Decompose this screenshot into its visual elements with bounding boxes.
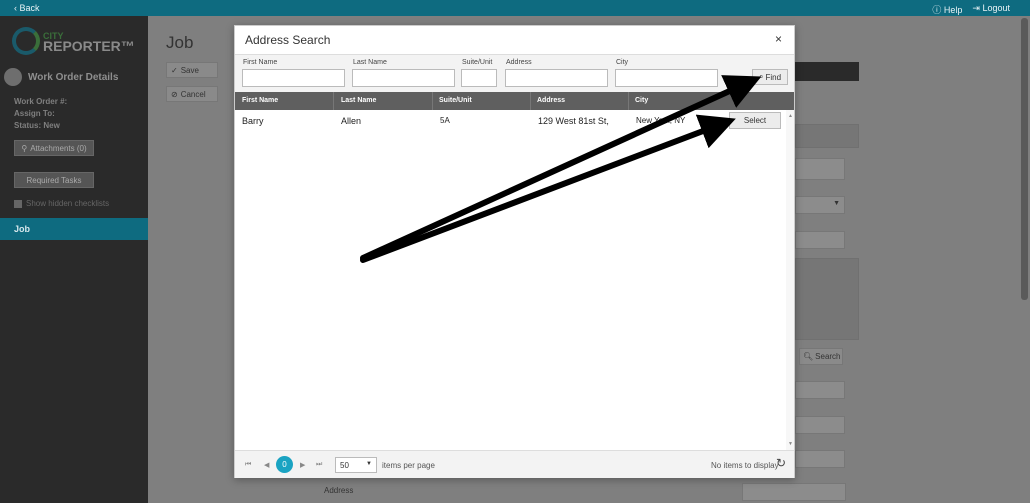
- results-scrollbar[interactable]: ▲ ▼: [786, 110, 794, 450]
- column-header-city[interactable]: City: [635, 97, 648, 104]
- select-button[interactable]: Select: [729, 112, 781, 129]
- background-address-label: Address: [324, 486, 354, 495]
- background-panel: [795, 258, 859, 340]
- column-divider: [333, 92, 334, 110]
- current-page[interactable]: 0: [276, 456, 293, 473]
- table-row[interactable]: Barry Allen 5A 129 West 81st St, New Yor…: [235, 110, 786, 132]
- cell-city: New York, NY: [636, 116, 686, 125]
- cancel-button[interactable]: ⊘ Cancel: [166, 86, 218, 102]
- show-hidden-label: Show hidden checklists: [26, 199, 110, 208]
- first-page-icon[interactable]: ⏮: [245, 461, 251, 469]
- top-bar: ‹ Back ⓘ Help ⇥ Logout: [0, 0, 1030, 16]
- find-label: Find: [765, 72, 782, 82]
- cancel-label: Cancel: [180, 89, 206, 99]
- show-hidden-checkbox[interactable]: Show hidden checklists: [14, 199, 109, 208]
- save-button[interactable]: ✓ Save: [166, 62, 218, 78]
- pager-status: No items to display: [711, 461, 779, 470]
- column-divider: [628, 92, 629, 110]
- first-name-input[interactable]: [242, 69, 345, 87]
- paperclip-icon: ⚲: [21, 143, 28, 153]
- prev-page-icon[interactable]: ◀: [264, 461, 269, 469]
- column-header-first-name[interactable]: First Name: [242, 97, 278, 104]
- logo-line-2: REPORTER™: [43, 38, 135, 54]
- city-label: City: [616, 59, 629, 66]
- column-header-address[interactable]: Address: [537, 97, 565, 104]
- required-tasks-label: Required Tasks: [26, 175, 82, 185]
- cell-address: 129 West 81st St,: [538, 116, 609, 126]
- logo-mark-icon: [12, 27, 40, 55]
- background-search-label: Search: [815, 352, 841, 361]
- background-dropdown[interactable]: ▼: [795, 196, 845, 214]
- background-panel: [795, 124, 859, 148]
- cell-last-name: Allen: [341, 116, 362, 126]
- search-icon: ⌕: [758, 72, 764, 81]
- background-field[interactable]: [795, 381, 845, 399]
- scroll-up-icon[interactable]: ▲: [788, 113, 793, 119]
- attachments-button[interactable]: ⚲ Attachments (0): [14, 140, 94, 156]
- suite-unit-input[interactable]: [461, 69, 497, 87]
- check-icon: ✓: [171, 65, 178, 75]
- city-input[interactable]: [615, 69, 718, 87]
- page-title: Job: [166, 33, 194, 52]
- work-order-fields: Work Order #: Assign To: Status: New: [14, 96, 67, 132]
- filter-bar: First Name Last Name Suite/Unit Address …: [235, 54, 794, 92]
- suite-unit-label: Suite/Unit: [462, 59, 493, 66]
- dialog-title: Address Search: [245, 33, 331, 47]
- background-field[interactable]: [795, 231, 845, 249]
- scroll-down-icon[interactable]: ▼: [788, 441, 793, 447]
- column-divider: [432, 92, 433, 110]
- search-icon: 🔍︎: [803, 352, 814, 361]
- close-icon[interactable]: ×: [775, 32, 782, 46]
- page-scrollbar[interactable]: [1021, 18, 1028, 300]
- address-search-dialog: Address Search × First Name Last Name Su…: [234, 25, 795, 478]
- cell-suite: 5A: [440, 116, 450, 125]
- last-name-label: Last Name: [353, 59, 387, 66]
- sidebar: CITY REPORTER™ Work Order Details Work O…: [0, 16, 148, 503]
- last-name-input[interactable]: [352, 69, 455, 87]
- assign-to: Assign To:: [14, 109, 55, 118]
- column-divider: [530, 92, 531, 110]
- background-search-button[interactable]: 🔍︎ Search: [799, 348, 843, 365]
- results-header: First Name Last Name Suite/Unit Address …: [235, 92, 794, 110]
- address-label: Address: [506, 59, 532, 66]
- pager: ⏮ ◀ 0 ▶ ⏭ 50 ▼ items per page No items t…: [235, 450, 794, 478]
- refresh-icon[interactable]: ↻: [776, 456, 786, 470]
- cancel-icon: ⊘: [171, 89, 178, 99]
- logout-label: Logout: [982, 3, 1010, 13]
- checkbox-icon: [14, 199, 22, 208]
- items-per-page-label: items per page: [382, 461, 435, 470]
- last-page-icon[interactable]: ⏭: [316, 461, 322, 469]
- help-label: Help: [943, 5, 963, 15]
- work-order-title: Work Order Details: [4, 68, 118, 86]
- logout-link[interactable]: ⇥ Logout: [972, 3, 1010, 16]
- required-tasks-button[interactable]: Required Tasks: [14, 172, 94, 188]
- back-link[interactable]: ‹ Back: [14, 3, 40, 13]
- background-header-bar: [795, 62, 859, 81]
- help-link[interactable]: ⓘ Help: [932, 3, 962, 16]
- background-field[interactable]: [742, 483, 846, 501]
- save-label: Save: [180, 65, 199, 75]
- work-order-icon: [4, 68, 22, 86]
- work-order-title-label: Work Order Details: [28, 71, 119, 83]
- sidebar-item-job[interactable]: Job: [0, 218, 148, 240]
- page-size-value: 50: [340, 461, 349, 470]
- status: Status: New: [14, 121, 60, 130]
- chevron-down-icon: ▼: [833, 200, 840, 207]
- work-order-number: Work Order #:: [14, 97, 68, 106]
- cell-first-name: Barry: [242, 116, 264, 126]
- column-header-last-name[interactable]: Last Name: [341, 97, 376, 104]
- next-page-icon[interactable]: ▶: [300, 461, 305, 469]
- attachments-label: Attachments (0): [30, 143, 87, 153]
- address-input[interactable]: [505, 69, 608, 87]
- chevron-down-icon: ▼: [366, 461, 372, 467]
- page-size-select[interactable]: 50 ▼: [335, 457, 377, 473]
- background-field[interactable]: [795, 416, 845, 434]
- first-name-label: First Name: [243, 59, 278, 66]
- find-button[interactable]: ⌕ Find: [752, 69, 788, 85]
- background-field: [795, 158, 845, 180]
- column-header-suite-unit[interactable]: Suite/Unit: [439, 97, 472, 104]
- city-reporter-logo: CITY REPORTER™: [12, 24, 135, 58]
- background-field[interactable]: [795, 450, 845, 468]
